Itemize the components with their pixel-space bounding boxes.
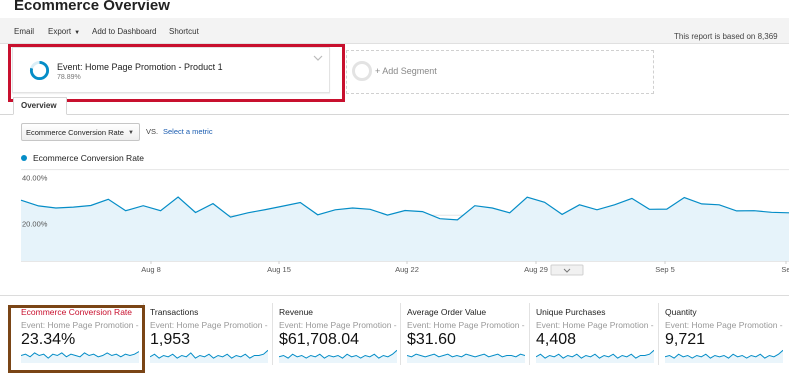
- legend-dot-icon: [21, 155, 27, 161]
- scorecard-title: Transactions: [150, 307, 199, 317]
- legend-label: Ecommerce Conversion Rate: [33, 153, 145, 163]
- scorecard[interactable]: Quantity Event: Home Page Promotion - Pro…: [661, 303, 787, 373]
- scorecard-segment: Event: Home Page Promotion - Product 1: [279, 320, 397, 330]
- caret-down-icon: ▼: [128, 130, 134, 136]
- metric-select[interactable]: Ecommerce Conversion Rate ▼: [21, 123, 140, 141]
- y-tick-label: 20.00%: [22, 219, 48, 228]
- scorecard-sparkline: [536, 349, 654, 363]
- scorecard-segment: Event: Home Page Promotion - Product 1: [536, 320, 654, 330]
- scorecard-divider: [529, 303, 530, 365]
- x-tick-label: Aug 15: [267, 265, 291, 274]
- x-tick-label: Se: [781, 265, 789, 274]
- x-tick-label: Aug 29: [524, 265, 548, 274]
- metric-select-label: Ecommerce Conversion Rate: [26, 128, 124, 137]
- export-label: Export: [48, 27, 72, 36]
- scorecard-sparkline: [150, 349, 268, 363]
- x-tick-label: Aug 22: [395, 265, 419, 274]
- scorecard-title: Unique Purchases: [536, 307, 606, 317]
- scorecard-title: Quantity: [665, 307, 697, 317]
- scorecard-highlight-annotation: [8, 305, 145, 373]
- chart-scroll-handle[interactable]: [550, 264, 584, 276]
- conversion-rate-chart[interactable]: 40.00% 20.00% Aug 8 Aug 15 Aug 22 Aug 29 Sep 5…: [0, 165, 789, 278]
- scorecard[interactable]: Average Order Value Event: Home Page Prom…: [403, 303, 529, 373]
- scorecard-sparkline: [279, 349, 397, 363]
- scorecard-segment: Event: Home Page Promotion - Product 1: [150, 320, 268, 330]
- add-segment-label: + Add Segment: [375, 66, 437, 76]
- scorecard-segment: Event: Home Page Promotion - Product 1: [665, 320, 783, 330]
- scorecard-divider: [658, 303, 659, 365]
- scorecard-sparkline: [665, 349, 783, 363]
- scorecard-segment: Event: Home Page Promotion - Product 1: [407, 320, 525, 330]
- select-metric-link[interactable]: Select a metric: [163, 127, 213, 136]
- shortcut-button[interactable]: Shortcut: [169, 27, 199, 36]
- x-tick-label: Aug 8: [141, 265, 161, 274]
- title-bar: Ecommerce Overview: [0, 0, 789, 18]
- tab-overview[interactable]: Overview: [13, 97, 67, 115]
- page-title: Ecommerce Overview: [14, 0, 170, 14]
- scorecard[interactable]: Transactions Event: Home Page Promotion -…: [146, 303, 272, 373]
- segment-highlight-annotation: [8, 44, 345, 102]
- caret-down-icon: ▼: [74, 30, 81, 36]
- tab-overview-label: Overview: [21, 101, 57, 110]
- tab-divider: [0, 114, 789, 115]
- sampling-note: This report is based on 8,369: [674, 32, 778, 41]
- add-to-dashboard-button[interactable]: Add to Dashboard: [92, 27, 157, 36]
- scorecard-sparkline: [407, 353, 525, 363]
- report-toolbar: Email Export ▼ Add to Dashboard Shortcut …: [0, 18, 789, 44]
- scorecard-title: Revenue: [279, 307, 314, 317]
- scorecard-divider: [400, 303, 401, 365]
- add-segment-circle-icon: [352, 61, 372, 81]
- x-tick-label: Sep 5: [655, 265, 675, 274]
- email-button[interactable]: Email: [14, 27, 34, 36]
- series-area: [21, 197, 789, 261]
- scorecard[interactable]: Unique Purchases Event: Home Page Promoti…: [532, 303, 658, 373]
- scorecard[interactable]: Revenue Event: Home Page Promotion - Prod…: [275, 303, 401, 373]
- export-button[interactable]: Export ▼: [48, 27, 80, 36]
- scorecard-title: Average Order Value: [407, 307, 487, 317]
- y-tick-label: 40.00%: [22, 174, 48, 183]
- scorecard-divider: [272, 303, 273, 365]
- scorecard-divider: [0, 295, 789, 296]
- add-segment-button[interactable]: + Add Segment: [346, 50, 654, 94]
- vs-label: VS.: [146, 127, 159, 136]
